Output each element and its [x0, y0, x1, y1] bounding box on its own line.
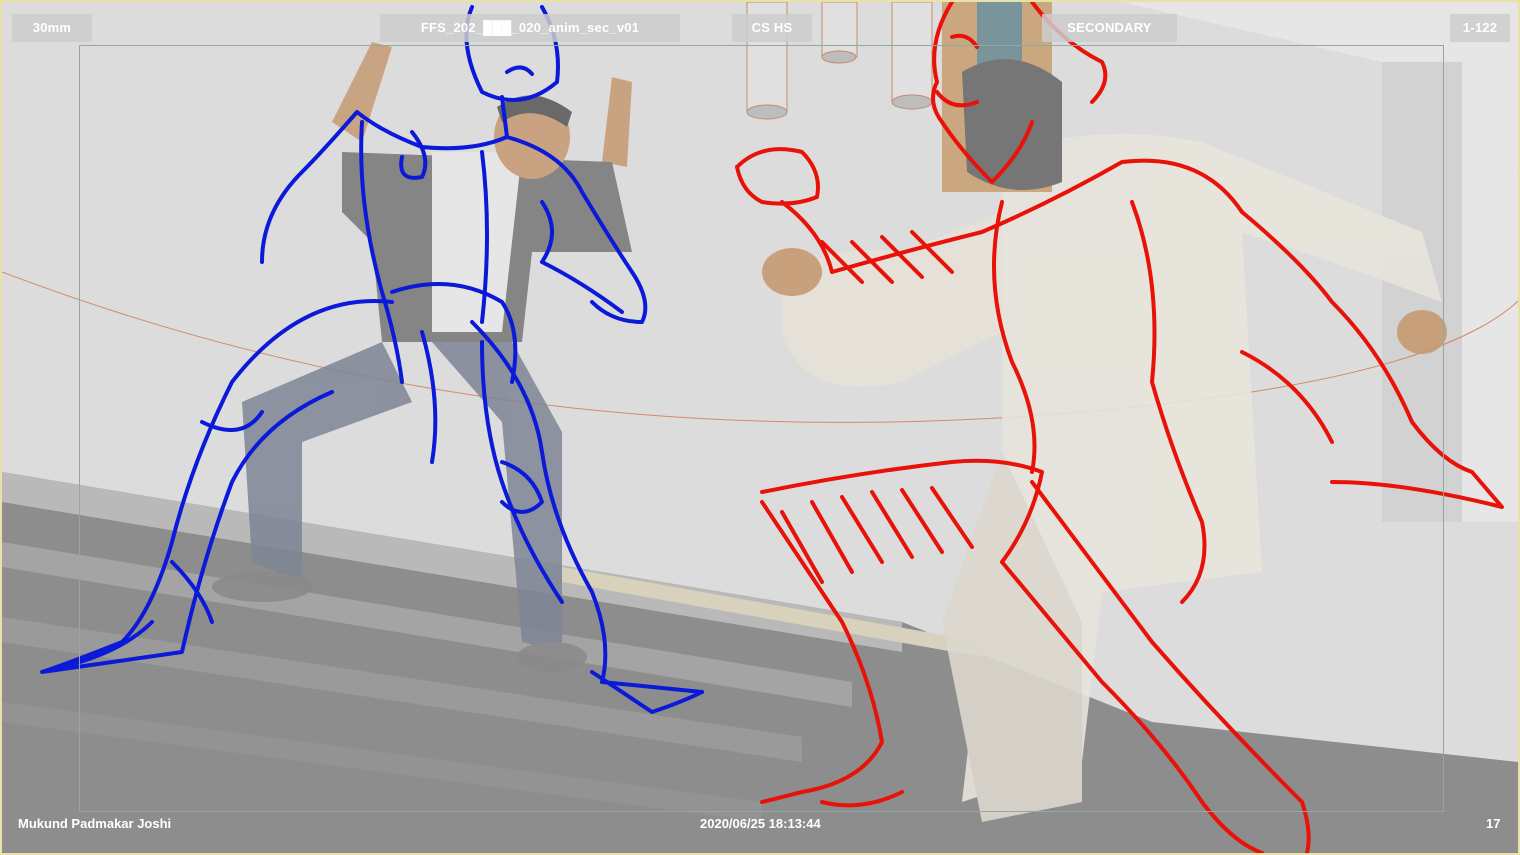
shot-type-label: CS HS — [732, 14, 812, 42]
animation-viewport[interactable]: 30mm FFS_202_███_020_anim_sec_v01 CS HS … — [0, 0, 1520, 855]
timestamp-label: 2020/06/25 18:13:44 — [700, 816, 821, 831]
artist-name-label: Mukund Padmakar Joshi — [18, 816, 172, 831]
focal-length-label: 30mm — [12, 14, 92, 42]
scene-layer — [2, 2, 1518, 853]
layer-label: SECONDARY — [1042, 14, 1177, 42]
frame-number-label: 17 — [1486, 816, 1501, 831]
frame-range-label: 1-122 — [1450, 14, 1510, 42]
shot-name-label: FFS_202_███_020_anim_sec_v01 — [380, 14, 680, 42]
